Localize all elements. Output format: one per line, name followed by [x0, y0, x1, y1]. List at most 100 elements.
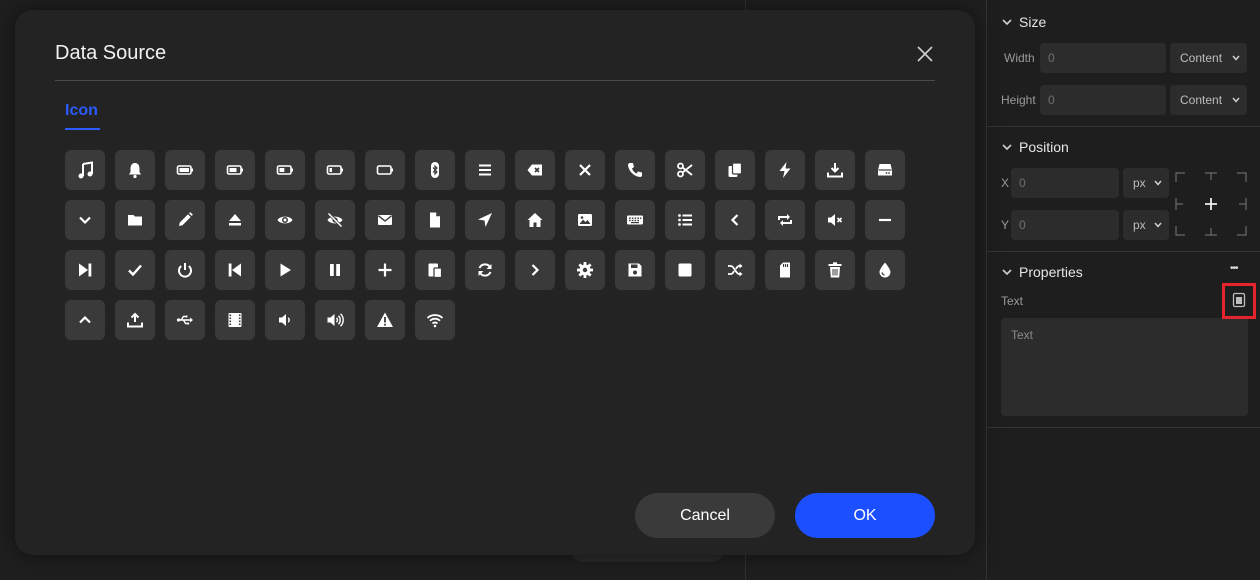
icon-option-home[interactable] — [515, 200, 555, 240]
icon-option-video[interactable] — [215, 300, 255, 340]
music-icon — [78, 161, 93, 179]
icon-option-refresh[interactable] — [465, 250, 505, 290]
icon-option-battery-three-quarters[interactable] — [215, 150, 255, 190]
copy-icon — [728, 162, 743, 177]
icon-option-previous[interactable] — [215, 250, 255, 290]
previous-icon — [228, 263, 241, 277]
icon-option-folder[interactable] — [115, 200, 155, 240]
icon-option-play[interactable] — [265, 250, 305, 290]
warning-icon — [377, 312, 393, 327]
icon-option-location-arrow[interactable] — [465, 200, 505, 240]
icon-option-envelope[interactable] — [365, 200, 405, 240]
icon-option-image[interactable] — [565, 200, 605, 240]
icon-option-edit[interactable] — [165, 200, 205, 240]
width-input[interactable]: 0 — [1040, 43, 1166, 73]
anchor-selector[interactable] — [1175, 172, 1247, 236]
width-unit-value: Content — [1180, 51, 1223, 65]
tab-icon[interactable]: Icon — [65, 102, 98, 120]
plus-icon — [1205, 198, 1217, 210]
icon-option-sd-card[interactable] — [765, 250, 805, 290]
icon-option-battery-half[interactable] — [265, 150, 305, 190]
icon-option-chevron-left[interactable] — [715, 200, 755, 240]
icon-option-warning[interactable] — [365, 300, 405, 340]
icon-option-music[interactable] — [65, 150, 105, 190]
more-options-icon[interactable]: ••• — [1230, 263, 1238, 274]
icon-option-paste[interactable] — [415, 250, 455, 290]
cancel-button[interactable]: Cancel — [635, 493, 775, 538]
icon-option-minus[interactable] — [865, 200, 905, 240]
properties-header[interactable]: Properties — [1001, 264, 1083, 280]
keyboard-icon — [627, 215, 643, 225]
chevron-right-icon — [531, 264, 540, 276]
icon-option-volume-mute[interactable] — [815, 200, 855, 240]
volume-mute-icon — [828, 214, 843, 226]
y-unit-select[interactable]: px — [1123, 210, 1169, 240]
icon-option-shuffle[interactable] — [715, 250, 755, 290]
chevron-down-icon — [1232, 55, 1240, 61]
x-label: X — [1001, 176, 1010, 190]
icon-option-chevron-right[interactable] — [515, 250, 555, 290]
icon-option-eject[interactable] — [215, 200, 255, 240]
icon-option-drive[interactable] — [865, 150, 905, 190]
size-title: Size — [1019, 14, 1047, 30]
height-input[interactable]: 0 — [1040, 85, 1166, 115]
icon-option-check[interactable] — [115, 250, 155, 290]
video-icon — [228, 313, 242, 327]
icon-option-volume-down[interactable] — [265, 300, 305, 340]
icon-option-volume-up[interactable] — [315, 300, 355, 340]
x-unit-select[interactable]: px — [1123, 168, 1169, 198]
download-icon — [827, 163, 843, 178]
icon-option-bell[interactable] — [115, 150, 155, 190]
icon-option-bolt[interactable] — [765, 150, 805, 190]
y-input[interactable]: 0 — [1011, 210, 1119, 240]
icon-option-next[interactable] — [65, 250, 105, 290]
icon-option-pause[interactable] — [315, 250, 355, 290]
upload-icon — [127, 312, 143, 328]
size-header[interactable]: Size — [1001, 14, 1046, 30]
icon-option-close[interactable] — [565, 150, 605, 190]
envelope-icon — [378, 215, 392, 225]
icon-option-usb[interactable] — [165, 300, 205, 340]
icon-option-chevron-down[interactable] — [65, 200, 105, 240]
icon-option-battery-full[interactable] — [165, 150, 205, 190]
icon-option-stop[interactable] — [665, 250, 705, 290]
icon-option-save[interactable] — [615, 250, 655, 290]
icon-option-eye-slash[interactable] — [315, 200, 355, 240]
location-arrow-icon — [478, 213, 492, 227]
position-header[interactable]: Position — [1001, 139, 1069, 155]
pause-icon — [330, 264, 340, 276]
chevron-down-icon — [1154, 180, 1162, 186]
icon-option-list[interactable] — [665, 200, 705, 240]
text-input[interactable]: Text — [1001, 318, 1248, 416]
icon-option-download[interactable] — [815, 150, 855, 190]
folder-icon — [128, 215, 142, 226]
icon-option-wifi[interactable] — [415, 300, 455, 340]
icon-option-chevron-up[interactable] — [65, 300, 105, 340]
width-unit-select[interactable]: Content — [1170, 43, 1247, 73]
height-unit-select[interactable]: Content — [1170, 85, 1247, 115]
icon-option-menu[interactable] — [465, 150, 505, 190]
icon-option-battery-quarter[interactable] — [315, 150, 355, 190]
icon-option-battery-empty[interactable] — [365, 150, 405, 190]
icon-option-upload[interactable] — [115, 300, 155, 340]
data-source-dialog: Data Source Icon Cancel OK — [15, 10, 975, 555]
icon-option-cut[interactable] — [665, 150, 705, 190]
icon-option-bluetooth[interactable] — [415, 150, 455, 190]
icon-option-plus[interactable] — [365, 250, 405, 290]
x-input[interactable]: 0 — [1011, 168, 1119, 198]
icon-option-backspace[interactable] — [515, 150, 555, 190]
battery-half-icon — [276, 165, 293, 175]
close-icon[interactable] — [915, 44, 935, 64]
icon-option-keyboard[interactable] — [615, 200, 655, 240]
icon-option-power[interactable] — [165, 250, 205, 290]
ok-button[interactable]: OK — [795, 493, 935, 538]
icon-option-phone[interactable] — [615, 150, 655, 190]
icon-option-copy[interactable] — [715, 150, 755, 190]
icon-option-loop[interactable] — [765, 200, 805, 240]
tab-underline — [65, 128, 100, 130]
icon-option-settings[interactable] — [565, 250, 605, 290]
icon-option-file[interactable] — [415, 200, 455, 240]
icon-option-trash[interactable] — [815, 250, 855, 290]
icon-option-tint[interactable] — [865, 250, 905, 290]
icon-option-eye[interactable] — [265, 200, 305, 240]
